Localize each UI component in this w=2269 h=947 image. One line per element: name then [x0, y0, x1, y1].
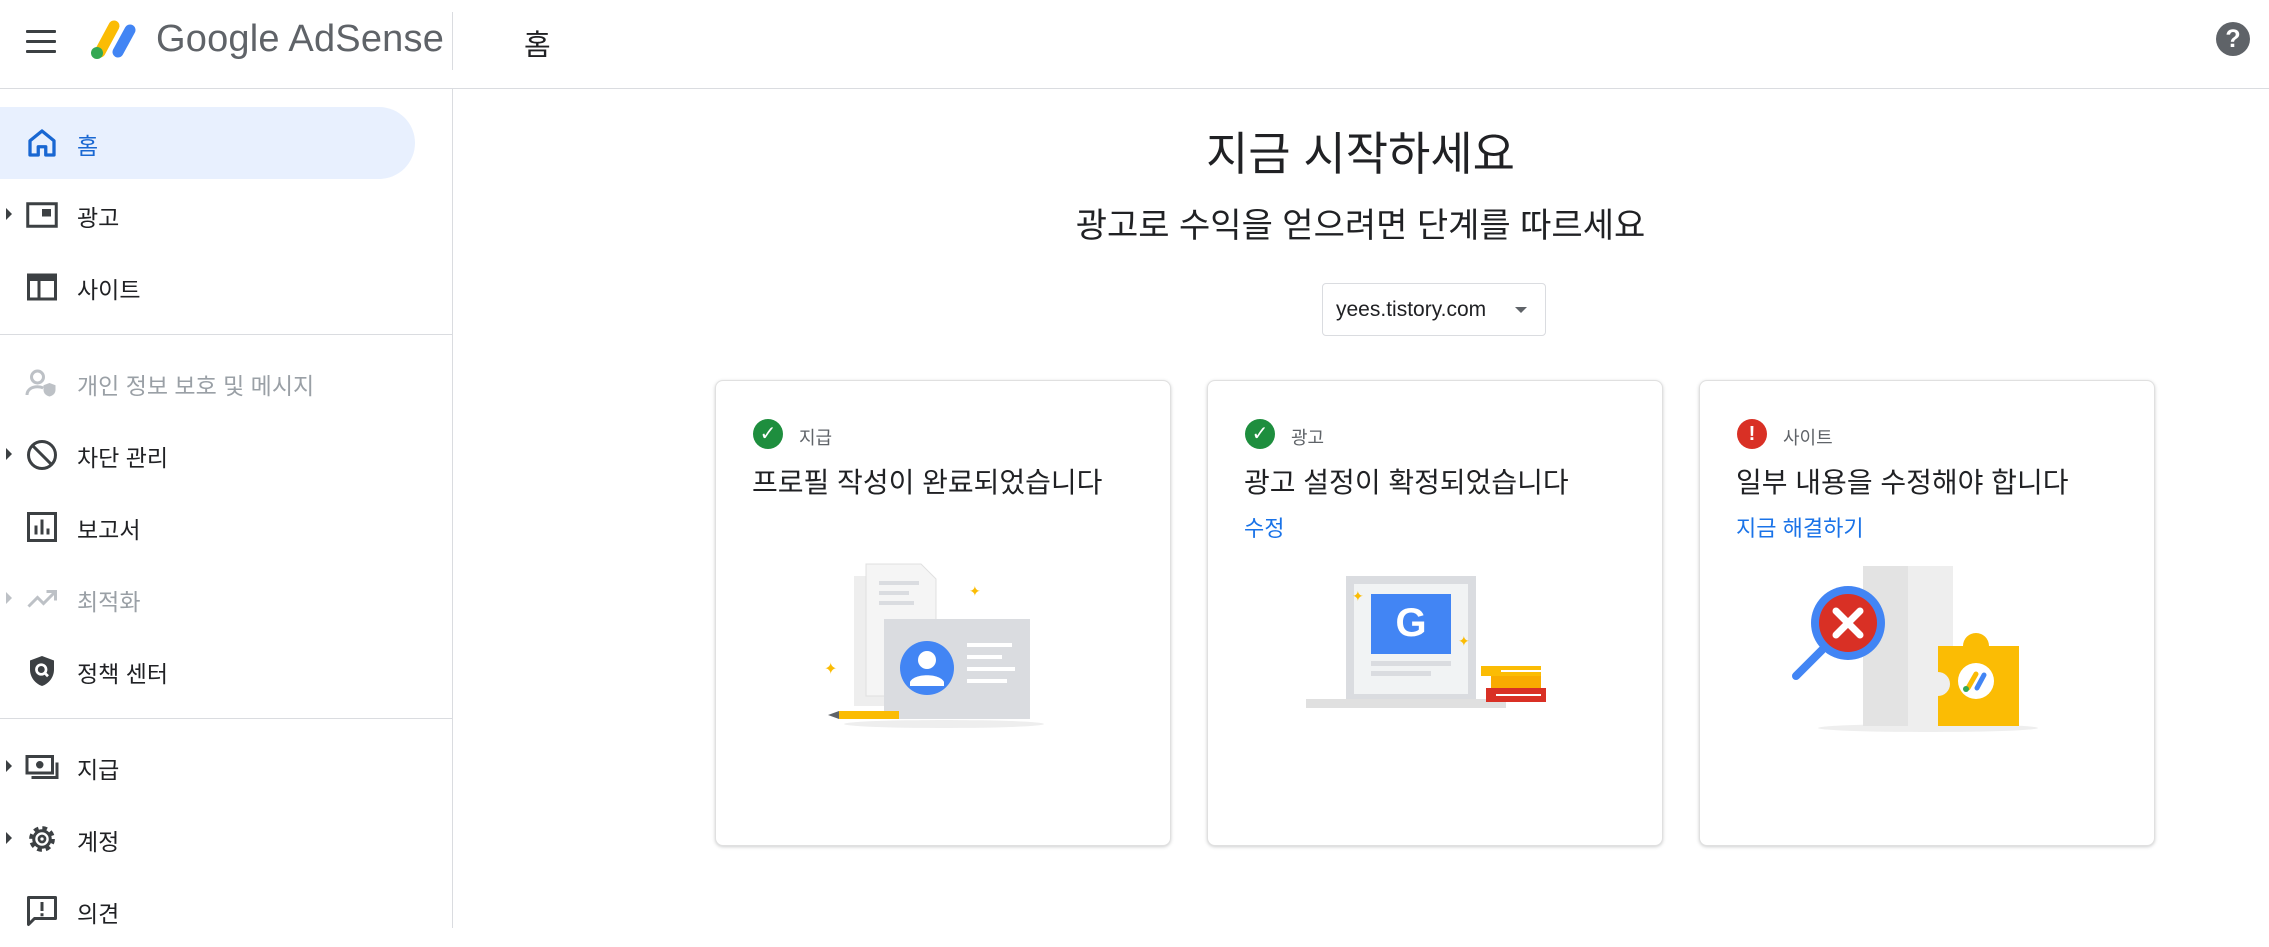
site-selector-dropdown[interactable]: yees.tistory.com — [1322, 283, 1546, 336]
sidebar-item-blocking[interactable]: 차단 관리 — [0, 419, 415, 491]
sidebar-item-policy-center[interactable]: 정책 센터 — [0, 635, 415, 707]
nav-divider — [0, 334, 452, 335]
page-title: 홈 — [524, 30, 551, 62]
adsense-logo-icon — [91, 20, 136, 59]
sidebar-item-label: 개인 정보 보호 및 메시지 — [77, 373, 315, 399]
payments-icon — [25, 755, 59, 779]
dropdown-arrow-icon — [1515, 307, 1527, 313]
expand-caret-icon — [6, 208, 12, 220]
expand-caret-icon — [6, 448, 12, 460]
top-app-bar: Google AdSense 홈 ? — [0, 0, 2269, 89]
expand-caret-icon — [6, 832, 12, 844]
card-title: 프로필 작성이 완료되었습니다 — [752, 467, 1103, 498]
sidebar-item-label: 보고서 — [77, 517, 141, 543]
sidebar-item-sites[interactable]: 사이트 — [0, 251, 415, 323]
policy-shield-icon — [30, 656, 54, 686]
fix-now-link[interactable]: 지금 해결하기 — [1736, 511, 1864, 543]
card-title: 일부 내용을 수정해야 합니다 — [1736, 467, 2069, 498]
profile-document-illustration: ✦ ✦ — [824, 563, 1044, 728]
svg-text:✦: ✦ — [969, 584, 981, 600]
sidebar-item-ads[interactable]: 광고 — [0, 179, 415, 251]
sidebar-item-label: 계정 — [77, 829, 120, 855]
sidebar-item-feedback[interactable]: 의견 — [0, 875, 415, 947]
svg-text:✦: ✦ — [1352, 589, 1364, 605]
card-title: 광고 설정이 확정되었습니다 — [1244, 467, 1569, 498]
site-selector-value: yees.tistory.com — [1336, 298, 1487, 321]
ads-icon — [26, 202, 58, 228]
sidebar-item-label: 정책 센터 — [77, 661, 169, 687]
header-divider — [452, 12, 453, 70]
site-error-illustration — [1792, 566, 2038, 732]
payments-step-card[interactable]: ✓ 지급 프로필 작성이 완료되었습니다 ✦ ✦ — [715, 380, 1171, 846]
home-icon — [28, 129, 56, 157]
block-icon — [27, 440, 57, 470]
check-circle-icon: ✓ — [1245, 419, 1275, 449]
error-icon: ! — [1737, 419, 1767, 449]
get-started-heading: 지금 시작하세요 — [1205, 128, 1516, 180]
settings-gear-icon — [29, 826, 55, 852]
expand-caret-icon — [6, 592, 12, 604]
app-name: Google AdSense — [156, 18, 445, 60]
sidebar-item-payments[interactable]: 지급 — [0, 731, 415, 803]
svg-text:G: G — [1395, 601, 1426, 645]
sidebar-item-label: 광고 — [77, 205, 120, 231]
sidebar-item-reports[interactable]: 보고서 — [0, 491, 415, 563]
sidebar-item-label: 최적화 — [77, 589, 141, 615]
sites-step-card[interactable]: ! 사이트 일부 내용을 수정해야 합니다 지금 해결하기 — [1699, 380, 2155, 846]
sites-icon — [27, 273, 57, 301]
card-category: 광고 — [1291, 428, 1325, 448]
trending-up-icon — [27, 590, 57, 608]
svg-text:✦: ✦ — [1458, 634, 1470, 650]
feedback-icon — [27, 896, 57, 926]
sidebar-item-home[interactable]: 홈 — [0, 107, 415, 179]
sidebar-item-privacy[interactable]: 개인 정보 보호 및 메시지 — [0, 347, 415, 419]
check-circle-icon: ✓ — [753, 419, 783, 449]
expand-caret-icon — [6, 760, 12, 772]
get-started-subheading: 광고로 수익을 얻으려면 단계를 따르세요 — [1075, 207, 1646, 245]
main-menu-icon[interactable] — [26, 30, 56, 54]
laptop-ad-illustration: G ✦ ✦ — [1306, 576, 1546, 708]
sidebar-item-optimization[interactable]: 최적화 — [0, 563, 415, 635]
report-chart-icon — [27, 512, 57, 542]
svg-text:✦: ✦ — [824, 659, 837, 678]
help-icon[interactable]: ? — [2216, 22, 2250, 56]
sidebar-item-account[interactable]: 계정 — [0, 803, 415, 875]
edit-link[interactable]: 수정 — [1244, 511, 1284, 543]
ads-step-card[interactable]: ✓ 광고 광고 설정이 확정되었습니다 수정 G ✦ ✦ — [1207, 380, 1663, 846]
sidebar-nav: 홈 광고 사이트 개인 정보 보호 및 메시지 차단 관리 보고서 최적화 정책… — [0, 89, 453, 928]
sidebar-item-label: 지급 — [77, 757, 120, 783]
nav-divider — [0, 718, 452, 719]
privacy-person-icon — [25, 369, 56, 397]
card-category: 사이트 — [1783, 428, 1833, 448]
sidebar-item-label: 사이트 — [77, 277, 141, 303]
sidebar-item-label: 의견 — [77, 901, 120, 927]
sidebar-item-label: 홈 — [77, 133, 99, 159]
sidebar-item-label: 차단 관리 — [77, 445, 169, 471]
card-category: 지급 — [799, 428, 833, 448]
